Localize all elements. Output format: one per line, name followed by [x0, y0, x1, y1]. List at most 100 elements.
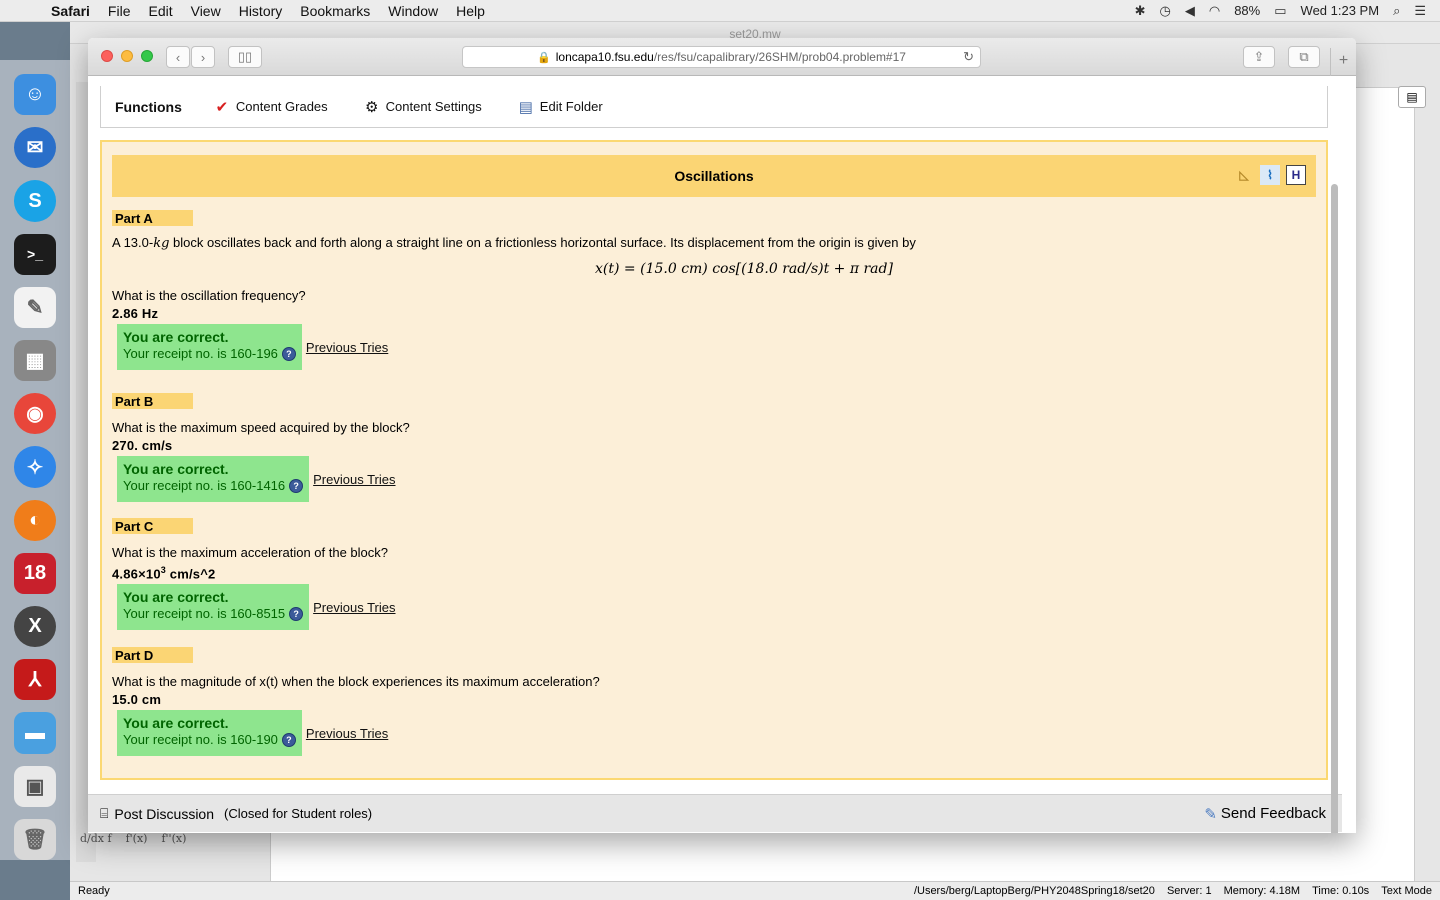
safari-window: ‹ › ▯▯ 🔒 loncapa10.fsu.edu/res/fsu/capal…	[88, 38, 1356, 833]
minimize-window-button[interactable]	[121, 50, 133, 62]
content-grades-label: Content Grades	[235, 99, 328, 114]
answer-value: 2.86 Hz	[112, 306, 159, 321]
receipt-text: Your receipt no. is 160-190	[123, 732, 278, 747]
part-a: Part A A 13.0-kg block oscillates back a…	[112, 210, 1316, 370]
answer-value: 4.86×103 cm/s^2	[112, 565, 216, 582]
safari-icon[interactable]: ✧	[14, 446, 56, 488]
reload-icon[interactable]: ↻	[963, 49, 974, 65]
graph-icon[interactable]: ⌇	[1260, 165, 1280, 185]
problem-header: Oscillations ◺ ⌇ H	[112, 155, 1316, 197]
wifi-icon[interactable]: ◠	[1209, 3, 1220, 19]
question-text: What is the maximum acceleration of the …	[112, 545, 389, 560]
help-icon[interactable]: ?	[281, 732, 296, 747]
notification-center-icon[interactable]: ☰	[1414, 3, 1426, 19]
status-mode: Text Mode	[1381, 885, 1432, 897]
content-grades-link[interactable]: ✔ Content Grades	[212, 97, 328, 117]
receipt-line: Your receipt no. is 160-190?	[123, 732, 296, 747]
previous-tries-link[interactable]: Previous Tries	[306, 340, 388, 355]
maple-icon[interactable]: 18	[14, 552, 56, 595]
problem-intro: A 13.0-kg block oscillates back and fort…	[112, 235, 1316, 251]
send-feedback-label: Send Feedback	[1220, 805, 1326, 822]
fullscreen-window-button[interactable]	[141, 50, 153, 62]
content-settings-link[interactable]: ⚙ Content Settings	[362, 97, 482, 117]
menu-help[interactable]: Help	[447, 3, 494, 19]
sidebar-toggle-button[interactable]: ▯▯	[228, 46, 262, 68]
address-bar[interactable]: 🔒 loncapa10.fsu.edu/res/fsu/capalibrary/…	[462, 46, 981, 68]
url-path: /res/fsu/capalibrary/26SHM/prob04.proble…	[653, 50, 906, 64]
share-button[interactable]: ⇪	[1243, 46, 1275, 68]
dock: ☺ ✉ S >_ ✎ ▦ ◉ ✧ ◐ 18 X ⅄ ▬ ▣ 🗑	[0, 60, 70, 861]
skype-icon[interactable]: S	[14, 180, 56, 222]
edit-folder-link[interactable]: ▤ Edit Folder	[516, 97, 603, 117]
new-tab-button[interactable]: +	[1330, 48, 1356, 76]
background-panel-icon[interactable]: ▤	[1398, 86, 1426, 108]
battery-percent[interactable]: 88%	[1234, 3, 1260, 18]
feedback-row: You are correct. Your receipt no. is 160…	[117, 584, 1316, 631]
page-scrollbar[interactable]	[1331, 184, 1338, 833]
forward-button[interactable]: ›	[191, 46, 215, 68]
part-label: Part C	[112, 518, 193, 534]
finder-icon[interactable]: ☺	[14, 74, 56, 116]
send-feedback-link[interactable]: ✎ Send Feedback	[1204, 805, 1326, 823]
terminal-icon[interactable]: >_	[14, 233, 56, 275]
trash-icon[interactable]: 🗑	[14, 818, 56, 861]
checkmark-icon: ✔	[215, 98, 229, 116]
receipt-text: Your receipt no. is 160-8515	[123, 606, 286, 622]
help-h-icon[interactable]: H	[1286, 165, 1306, 185]
thunderbird-icon[interactable]: ✉	[14, 127, 56, 169]
post-discussion-link[interactable]: Post Discussion	[114, 806, 214, 822]
receipt-line: Your receipt no. is 160-1416?	[123, 478, 304, 493]
calculator-icon[interactable]: ▦	[14, 340, 56, 382]
settings-gear-icon: ⚙	[364, 98, 379, 116]
receipt-line: Your receipt no. is 160-8515?	[123, 606, 304, 622]
screenshot-stack-icon[interactable]: ▣	[14, 765, 56, 807]
bluetooth-icon[interactable]: ✱	[1135, 3, 1146, 19]
battery-icon[interactable]: ▭	[1274, 3, 1286, 19]
intro-prefix: A 13.0-	[112, 235, 154, 250]
intro-suffix: block oscillates back and forth along a …	[169, 235, 916, 250]
web-page: Functions ✔ Content Grades ⚙ Content Set…	[88, 76, 1342, 833]
feedback-row: You are correct. Your receipt no. is 160…	[117, 324, 1316, 370]
menu-file[interactable]: File	[99, 3, 140, 19]
x11-icon[interactable]: X	[14, 606, 56, 648]
correct-title: You are correct.	[123, 715, 229, 731]
previous-tries-link[interactable]: Previous Tries	[306, 726, 388, 741]
downloads-folder-icon[interactable]: ▬	[14, 712, 56, 754]
question-text: What is the oscillation frequency?	[112, 288, 306, 303]
status-ready: Ready	[78, 885, 110, 897]
help-icon[interactable]: ?	[289, 606, 304, 621]
menu-edit[interactable]: Edit	[139, 3, 181, 19]
firefox-icon[interactable]: ◐	[14, 499, 56, 541]
back-button[interactable]: ‹	[166, 46, 190, 68]
menu-app-safari[interactable]: Safari	[42, 3, 99, 19]
chrome-icon[interactable]: ◉	[14, 393, 56, 435]
intro-unit: kg	[153, 236, 170, 251]
correct-badge: You are correct. Your receipt no. is 160…	[117, 324, 302, 370]
help-icon[interactable]: ?	[289, 478, 304, 493]
correct-title: You are correct.	[123, 461, 229, 477]
spotlight-icon[interactable]: ⌕	[1393, 3, 1400, 19]
clock[interactable]: Wed 1:23 PM	[1301, 3, 1380, 18]
status-time: Time: 0.10s	[1312, 885, 1370, 897]
menu-view[interactable]: View	[182, 3, 230, 19]
menu-bookmarks[interactable]: Bookmarks	[291, 3, 379, 19]
status-server: Server: 1	[1166, 885, 1212, 897]
feedback-row: You are correct. Your receipt no. is 160…	[117, 710, 1316, 756]
menu-window[interactable]: Window	[379, 3, 447, 19]
textedit-icon[interactable]: ✎	[14, 286, 56, 329]
question-text: What is the magnitude of x(t) when the b…	[112, 674, 600, 689]
previous-tries-link[interactable]: Previous Tries	[313, 472, 395, 487]
discussion-bar: ⌸ Post Discussion (Closed for Student ro…	[88, 794, 1342, 832]
help-icon[interactable]: ?	[281, 346, 296, 361]
acrobat-icon[interactable]: ⅄	[14, 659, 56, 701]
correct-badge: You are correct. Your receipt no. is 160…	[117, 710, 302, 756]
discussion-closed-note: (Closed for Student roles)	[224, 806, 373, 821]
volume-icon[interactable]: ◀	[1185, 3, 1195, 19]
previous-tries-link[interactable]: Previous Tries	[313, 600, 395, 615]
tabs-overview-button[interactable]: ⧉	[1288, 46, 1320, 68]
time-machine-icon[interactable]: ◷	[1160, 3, 1171, 19]
menu-history[interactable]: History	[230, 3, 292, 19]
ruler-icon[interactable]: ◺	[1234, 165, 1254, 185]
functions-title: Functions	[115, 98, 182, 115]
close-window-button[interactable]	[101, 50, 113, 62]
